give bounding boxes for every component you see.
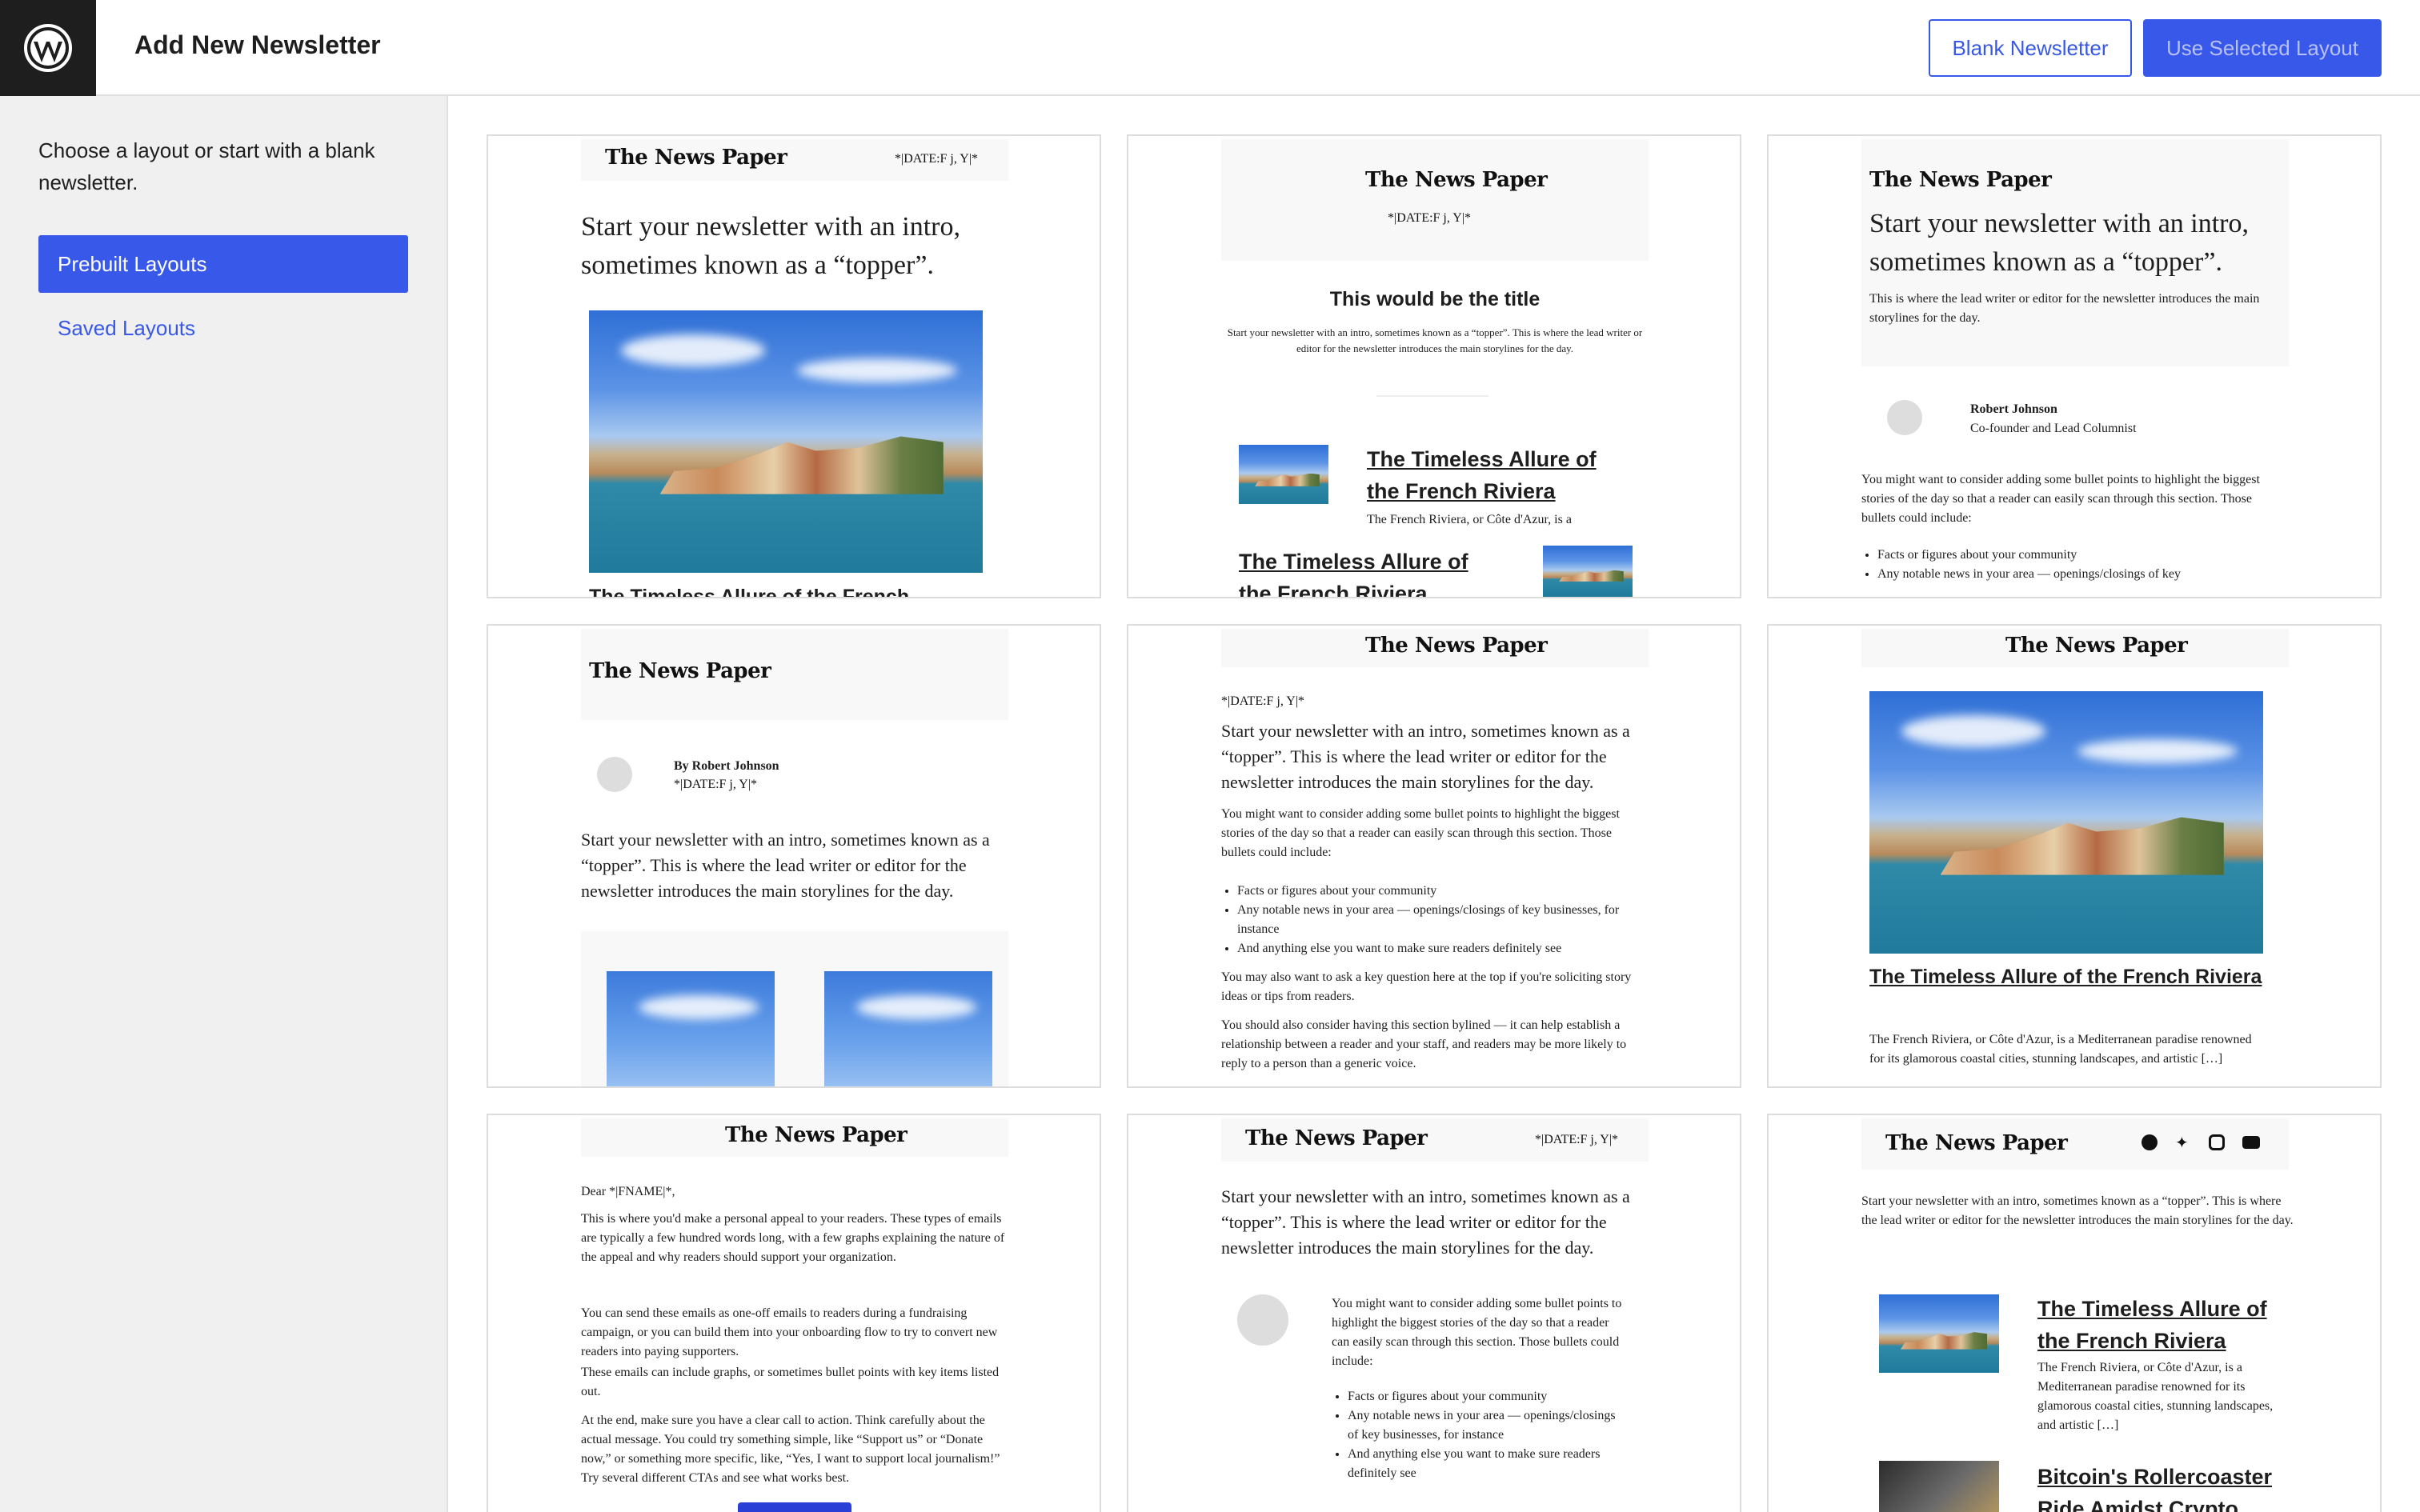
- wordpress-logo-icon[interactable]: [0, 0, 96, 96]
- article-title: The Timeless Allure of the French: [589, 586, 910, 598]
- list-item: Any notable news in your area — openings…: [1877, 565, 2289, 584]
- appeal-paragraph: These emails can include graphs, or some…: [581, 1366, 1000, 1398]
- list-item: Any notable news in your area — openings…: [1348, 1406, 1620, 1445]
- sky-photo: [824, 971, 992, 1086]
- date-tag: *|DATE:F j, Y|*: [1221, 694, 1305, 708]
- author-name: Robert Johnson: [1970, 402, 2057, 416]
- intro-text: Start your newsletter with an intro, som…: [581, 830, 990, 901]
- list-item: And anything else you want to make sure …: [1237, 939, 1649, 958]
- newsletter-title: This would be the title: [1329, 288, 1541, 310]
- bullets-intro: You might want to consider adding some b…: [1221, 807, 1620, 859]
- article-excerpt: The French Riviera, or Côte d'Azur, is a: [1367, 513, 1572, 526]
- page-title: Add New Newsletter: [134, 30, 381, 59]
- divider: [1376, 395, 1488, 397]
- article-excerpt: The French Riviera, or Côte d'Azur, is a…: [2037, 1361, 2274, 1432]
- author-avatar: [1237, 1294, 1288, 1346]
- layout-card[interactable]: The News Paper *|DATE:F j, Y|* This woul…: [1127, 134, 1741, 598]
- newspaper-logo: The News Paper: [1245, 1126, 1428, 1150]
- newspaper-logo: The News Paper: [1365, 168, 1548, 192]
- appeal-paragraph: At the end, make sure you have a clear c…: [581, 1414, 1000, 1485]
- greeting: Dear *|FNAME|*,: [581, 1185, 675, 1198]
- masthead: [1221, 139, 1649, 261]
- author-avatar: [597, 757, 632, 792]
- sky-photo: [607, 971, 775, 1086]
- facebook-icon[interactable]: [2142, 1134, 2158, 1150]
- intro-text: Start your newsletter with an intro, som…: [1221, 1186, 1630, 1258]
- layout-card[interactable]: The News Paper *|DATE:F j, Y|* Start you…: [487, 134, 1101, 598]
- bullets-intro: You might want to consider adding some b…: [1861, 473, 2260, 525]
- layout-card[interactable]: The News Paper The Timeless Allure of th…: [1767, 624, 2382, 1088]
- newspaper-logo: The News Paper: [605, 146, 787, 170]
- newspaper-logo: The News Paper: [725, 1123, 908, 1147]
- byline-note: You should also consider having this sec…: [1221, 1018, 1627, 1070]
- sidebar-item-prebuilt-layouts[interactable]: Prebuilt Layouts: [38, 235, 408, 293]
- article-title: The Timeless Allure of the French Rivier…: [1239, 550, 1468, 598]
- list-item: Facts or figures about your community: [1237, 882, 1649, 901]
- ask-text: You may also want to ask a key question …: [1221, 970, 1632, 1003]
- date-tag: *|DATE:F j, Y|*: [895, 152, 979, 166]
- newspaper-logo: The News Paper: [1869, 168, 2052, 192]
- youtube-icon[interactable]: [2242, 1136, 2260, 1149]
- newspaper-logo: The News Paper: [1885, 1131, 2068, 1155]
- bitcoin-thumbnail: [1879, 1461, 1999, 1512]
- author-role: Co-founder and Lead Columnist: [1970, 422, 2137, 435]
- newspaper-logo: The News Paper: [589, 659, 771, 683]
- sidebar-item-saved-layouts[interactable]: Saved Layouts: [58, 312, 195, 344]
- intro-text: Start your newsletter with an intro, som…: [1221, 721, 1630, 792]
- article-title: The Timeless Allure of the French Rivier…: [1367, 447, 1597, 503]
- bullet-list: Facts or figures about your community An…: [1861, 546, 2289, 584]
- use-selected-layout-button[interactable]: Use Selected Layout: [2143, 19, 2382, 77]
- riviera-thumbnail: [1543, 546, 1633, 597]
- list-item: Facts or figures about your community: [1877, 546, 2289, 565]
- list-item: And anything else you want to make sure …: [1348, 1445, 1620, 1483]
- layout-card[interactable]: The News Paper *|DATE:F j, Y|* Start you…: [1127, 624, 1741, 1088]
- social-icons: ✦: [2142, 1134, 2260, 1150]
- bullets-intro: You might want to consider adding some b…: [1332, 1297, 1622, 1368]
- intro-text: Start your newsletter with an intro, som…: [1861, 1194, 2294, 1227]
- cta-button: [738, 1502, 851, 1512]
- appeal-paragraph: You can send these emails as one-off ema…: [581, 1306, 998, 1358]
- layout-card[interactable]: The News Paper *|DATE:F j, Y|* Start you…: [1127, 1114, 1741, 1512]
- newspaper-logo: The News Paper: [1365, 634, 1548, 658]
- instagram-icon[interactable]: [2209, 1134, 2225, 1150]
- article-title: Bitcoin's Rollercoaster Ride Amidst Cryp…: [2037, 1465, 2273, 1512]
- appeal-paragraph: This is where you'd make a personal appe…: [581, 1212, 1005, 1264]
- newspaper-logo: The News Paper: [2005, 634, 2188, 658]
- article-title: The Timeless Allure of the French Rivier…: [1869, 966, 2262, 988]
- blank-newsletter-button[interactable]: Blank Newsletter: [1929, 19, 2132, 77]
- riviera-photo: [1869, 691, 2263, 954]
- author-avatar: [1887, 400, 1922, 435]
- sidebar-description: Choose a layout or start with a blank ne…: [38, 138, 375, 194]
- intro-text: Start your newsletter with an intro, som…: [581, 212, 961, 280]
- list-item: Facts or figures about your community: [1348, 1387, 1620, 1406]
- layout-card[interactable]: The News Paper By Robert Johnson *|DATE:…: [487, 624, 1101, 1088]
- bullet-list: Facts or figures about your community An…: [1332, 1387, 1620, 1483]
- author-byline: By Robert Johnson: [674, 759, 779, 773]
- twitter-icon[interactable]: ✦: [2175, 1134, 2191, 1150]
- layout-card[interactable]: The News Paper Start your newsletter wit…: [1767, 134, 2382, 598]
- article-title: The Timeless Allure of the French Rivier…: [2037, 1297, 2267, 1353]
- article-excerpt: The French Riviera, or Côte d'Azur, is a…: [1869, 1033, 2252, 1066]
- layout-card[interactable]: The News Paper Dear *|FNAME|*, This is w…: [487, 1114, 1101, 1512]
- riviera-thumbnail: [1239, 445, 1328, 504]
- intro-subtext: This is where the lead writer or editor …: [1869, 292, 2260, 325]
- list-item: Any notable news in your area — openings…: [1237, 901, 1649, 939]
- riviera-photo: [589, 310, 983, 573]
- top-bar: Add New Newsletter Blank Newsletter Use …: [0, 0, 2420, 96]
- intro-text: Start your newsletter with an intro, som…: [1227, 326, 1643, 354]
- date-tag: *|DATE:F j, Y|*: [1535, 1133, 1619, 1146]
- riviera-thumbnail: [1879, 1294, 1999, 1373]
- date-tag: *|DATE:F j, Y|*: [674, 778, 758, 791]
- date-tag: *|DATE:F j, Y|*: [1388, 211, 1472, 225]
- bullet-list: Facts or figures about your community An…: [1221, 882, 1649, 958]
- sidebar: Choose a layout or start with a blank ne…: [0, 96, 448, 1512]
- layout-card[interactable]: The News Paper ✦ Start your newsletter w…: [1767, 1114, 2382, 1512]
- intro-text: Start your newsletter with an intro, som…: [1869, 209, 2250, 277]
